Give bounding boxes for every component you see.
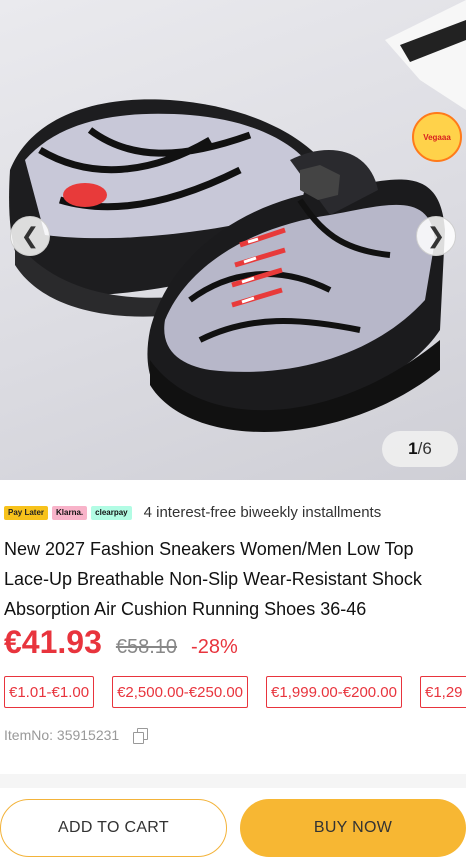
buy-now-button[interactable]: BUY NOW — [240, 799, 466, 857]
product-photo — [9, 0, 466, 433]
image-counter-total: /6 — [417, 439, 432, 458]
klarna-logo: Klarna. — [52, 505, 88, 520]
image-counter: 1/6 — [382, 431, 458, 467]
coupon-chip[interactable]: €2,500.00-€250.00 — [112, 676, 249, 708]
add-to-cart-button[interactable]: ADD TO CART — [0, 799, 227, 857]
product-title: New 2027 Fashion Sneakers Women/Men Low … — [4, 539, 422, 619]
image-counter-current: 1 — [408, 439, 418, 458]
discount-percent: -28% — [191, 636, 238, 658]
bottom-action-bar: ADD TO CART BUY NOW — [0, 788, 466, 864]
coupon-chip[interactable]: €1,999.00-€200.00 — [266, 676, 402, 708]
product-image-gallery[interactable]: Vegaaa ❮ ❯ 1/6 — [0, 0, 466, 480]
chevron-left-icon: ❮ — [20, 223, 40, 249]
payment-installments-row[interactable]: Pay Later Klarna. clearpay 4 interest-fr… — [4, 504, 381, 521]
paylater-logo: Pay Later — [4, 505, 49, 520]
promo-badge: Vegaaa — [412, 112, 462, 162]
previous-image-button[interactable]: ❮ — [10, 216, 50, 256]
original-price: €58.10 — [115, 636, 178, 658]
installments-text: 4 interest-free biweekly installments — [143, 504, 382, 521]
copy-icon[interactable] — [133, 728, 149, 744]
coupon-chip[interactable]: €1.01-€1.00 — [4, 676, 95, 708]
coupon-list: €1.01-€1.00 €2,500.00-€250.00 €1,999.00-… — [4, 676, 466, 708]
item-number-row: ItemNo: 35915231 — [4, 727, 149, 744]
price-row: €41.93 €58.10 -28% — [4, 624, 238, 661]
section-divider — [0, 774, 466, 788]
coupon-chip[interactable]: €1,29 — [419, 676, 466, 708]
current-price: €41.93 — [4, 624, 102, 660]
item-number: ItemNo: 35915231 — [4, 727, 120, 743]
clearpay-logo: clearpay — [91, 505, 132, 520]
chevron-right-icon: ❯ — [426, 223, 446, 249]
next-image-button[interactable]: ❯ — [416, 216, 456, 256]
